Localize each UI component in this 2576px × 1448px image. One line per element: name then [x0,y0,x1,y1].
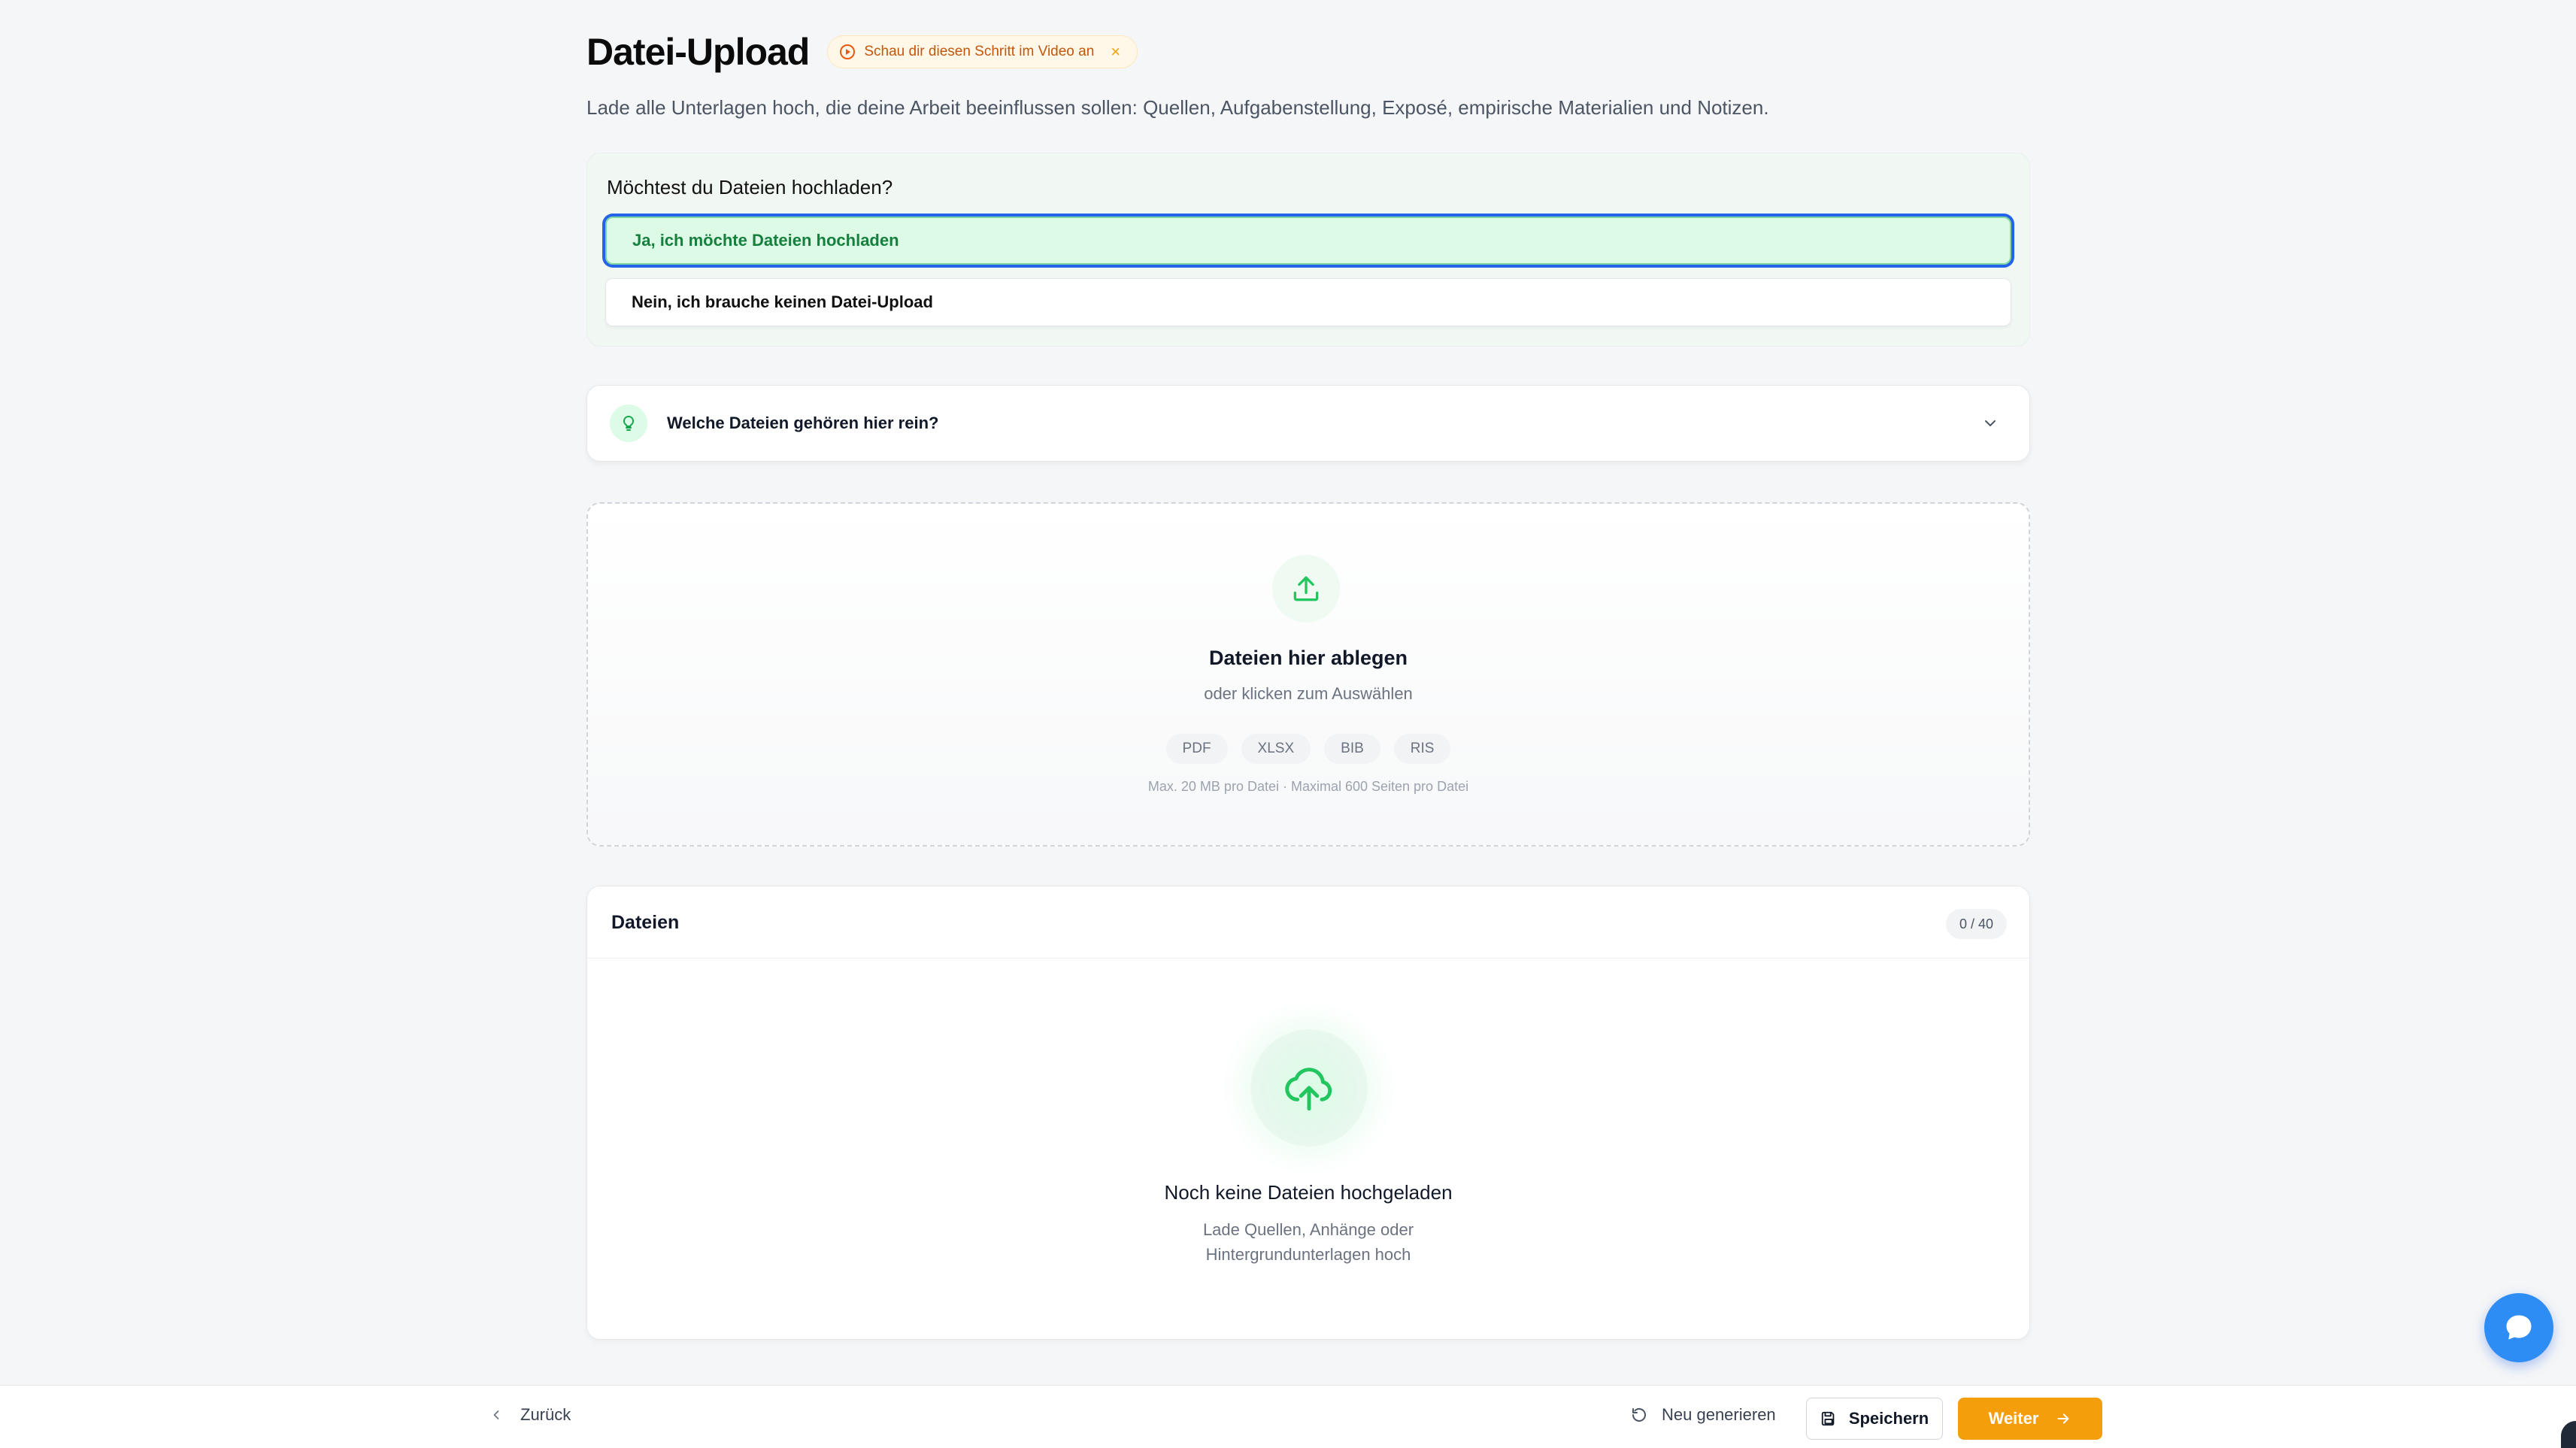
play-circle-icon [840,44,856,59]
video-chip-label: Schau dir diesen Schritt im Video an [864,44,1095,59]
save-label: Speichern [1848,1409,1929,1428]
empty-state-title: Noch keine Dateien hochgeladen [1164,1181,1453,1204]
dropzone-subtitle: oder klicken zum Auswählen [1204,684,1413,703]
question-title: Möchtest du Dateien hochladen? [607,176,893,198]
cloud-upload-icon [1250,1029,1368,1147]
page: Datei-Upload Schau dir diesen Schritt im… [0,0,2576,1448]
format-badge-xlsx: XLSX [1241,734,1311,764]
chat-bubble-icon [2506,1315,2532,1340]
files-header: Dateien 0 / 40 [587,886,2029,959]
file-hint-accordion[interactable]: Welche Dateien gehören hier rein? [586,385,2030,462]
page-header: Datei-Upload Schau dir diesen Schritt im… [586,27,2030,120]
format-list: PDF XLSX BIB RIS [588,734,2029,764]
hint-label: Welche Dateien gehören hier rein? [667,413,939,432]
close-icon[interactable]: × [1111,44,1120,60]
chat-button[interactable] [2484,1293,2553,1362]
files-title: Dateien [611,912,680,933]
dropzone-limit: Max. 20 MB pro Datei · Maximal 600 Seite… [1147,779,1469,794]
format-badge-bib: BIB [1324,734,1380,764]
floppy-disk-icon [1821,1411,1835,1426]
upload-question-card: Möchtest du Dateien hochladen? Ja, ich m… [586,153,2030,347]
page-title: Datei-Upload [586,31,810,73]
upload-icon [1272,555,1340,623]
footer-bar: Zurück Neu generieren Speichern Weiter [0,1385,2576,1448]
back-button[interactable]: Zurück [489,1405,571,1425]
refresh-icon [1632,1408,1646,1422]
save-button[interactable]: Speichern [1806,1398,1943,1440]
empty-state-subtitle: Lade Quellen, Anhänge oder Hintergrundun… [587,1217,2029,1267]
dropzone-title: Dateien hier ablegen [1208,647,1408,669]
title-row: Datei-Upload Schau dir diesen Schritt im… [586,27,2030,77]
arrow-right-icon [2057,1413,2069,1424]
regenerate-label: Neu generieren [1662,1405,1776,1424]
page-subtitle: Lade alle Unterlagen hoch, die deine Arb… [586,96,1769,119]
option-label: Nein, ich brauche keinen Datei-Upload [632,292,933,311]
video-tutorial-chip[interactable]: Schau dir diesen Schritt im Video an × [827,35,1138,68]
empty-state-line: Hintergrundunterlagen hoch [1205,1245,1411,1264]
chevron-left-icon [493,1410,499,1419]
files-count-badge: 0 / 40 [1945,909,2007,939]
files-card: Dateien 0 / 40 Noch keine Dateien hochge… [586,886,2030,1340]
chevron-down-icon[interactable] [1981,414,1999,436]
option-yes-upload[interactable]: Ja, ich möchte Dateien hochladen [605,217,2011,265]
regenerate-button[interactable]: Neu generieren [1630,1405,1776,1425]
lightbulb-icon [610,404,647,442]
format-badge-pdf: PDF [1165,734,1228,764]
next-label: Weiter [1988,1409,2039,1428]
option-label: Ja, ich möchte Dateien hochladen [632,231,899,250]
empty-state-line: Lade Quellen, Anhänge oder [1202,1220,1414,1239]
option-no-upload[interactable]: Nein, ich brauche keinen Datei-Upload [605,278,2011,326]
next-button[interactable]: Weiter [1958,1398,2102,1440]
back-label: Zurück [520,1405,571,1424]
format-badge-ris: RIS [1393,734,1451,764]
file-dropzone[interactable]: Dateien hier ablegen oder klicken zum Au… [586,502,2030,847]
